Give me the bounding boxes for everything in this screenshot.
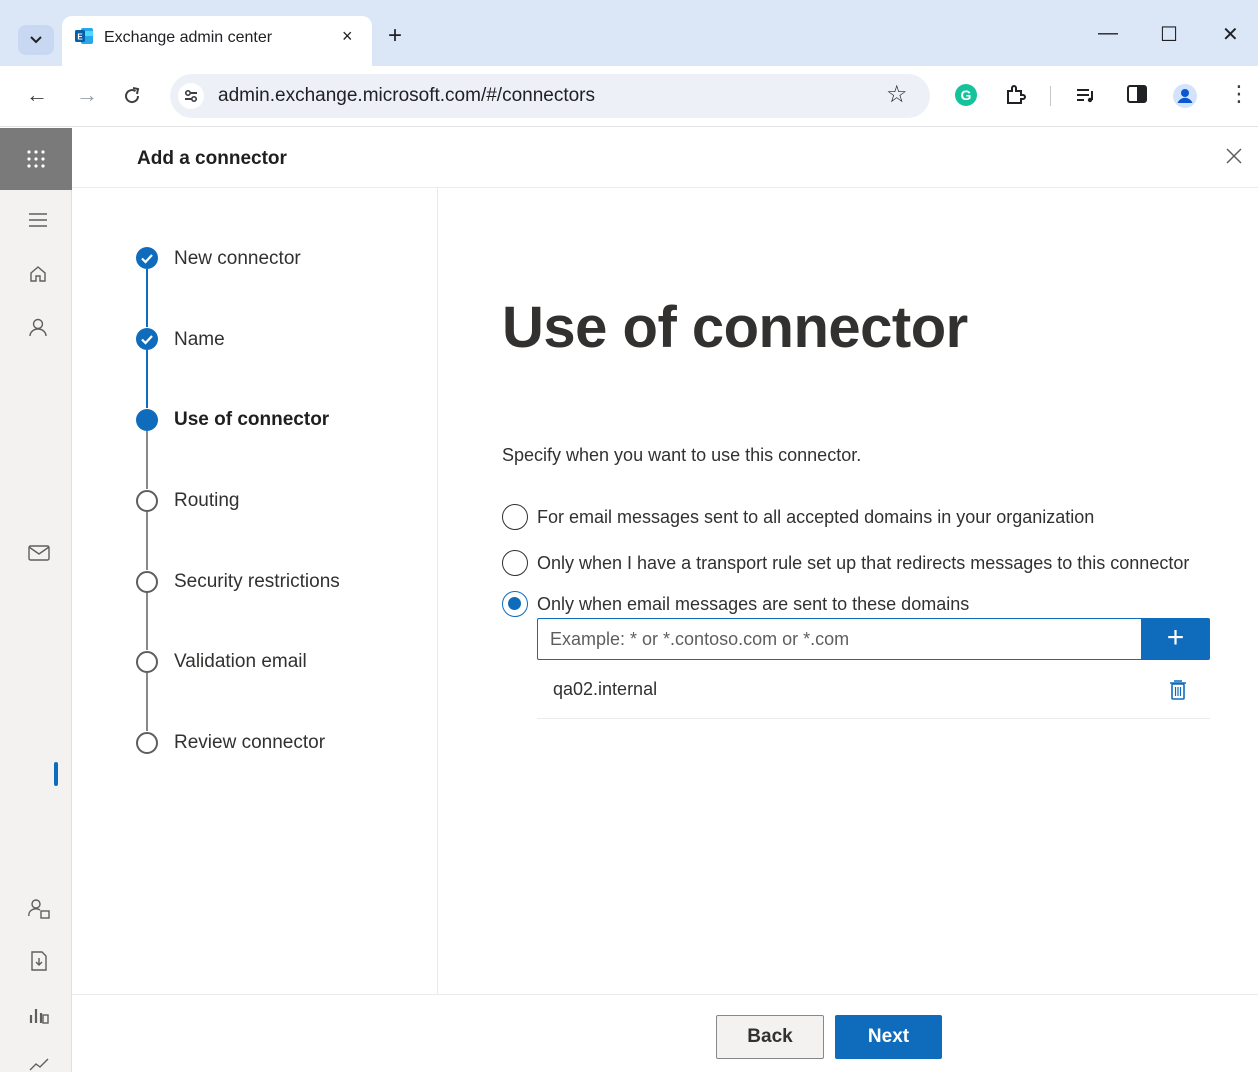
browser-tab[interactable]: E Exchange admin center × bbox=[62, 16, 372, 66]
step-use-of-connector[interactable]: Use of connector bbox=[174, 409, 329, 431]
add-domain-button[interactable]: + bbox=[1141, 618, 1210, 660]
browser-toolbar: ← → admin.exchange.microsoft.com/#/conne… bbox=[0, 66, 1258, 127]
url-text: admin.exchange.microsoft.com/#/connector… bbox=[218, 85, 596, 106]
app-launcher-button[interactable] bbox=[0, 128, 72, 190]
step-empty-circle-icon bbox=[136, 490, 158, 512]
next-button[interactable]: Next bbox=[835, 1015, 942, 1059]
step-current-dot-icon bbox=[136, 409, 158, 431]
svg-text:E: E bbox=[77, 33, 83, 42]
step-validation-email: Validation email bbox=[174, 651, 307, 672]
reload-icon[interactable] bbox=[122, 86, 142, 106]
add-connector-panel: Add a connector New connector Name Use o… bbox=[72, 128, 1258, 1072]
address-bar[interactable]: admin.exchange.microsoft.com/#/connector… bbox=[170, 74, 930, 118]
delete-trash-icon[interactable] bbox=[1167, 678, 1189, 702]
site-settings-icon[interactable] bbox=[178, 83, 204, 109]
back-arrow-icon[interactable]: ← bbox=[26, 83, 48, 107]
new-tab-button[interactable]: + bbox=[388, 24, 402, 48]
domain-input[interactable] bbox=[537, 618, 1141, 660]
step-checkmark-icon bbox=[136, 247, 158, 269]
step-connector-line bbox=[146, 512, 148, 570]
exchange-logo-icon: E bbox=[75, 28, 93, 44]
app-navigation-rail bbox=[0, 128, 72, 1072]
grammarly-icon[interactable]: G bbox=[954, 83, 978, 107]
page-title: Use of connector bbox=[502, 295, 968, 360]
side-panel-icon[interactable] bbox=[1126, 83, 1148, 105]
step-review-connector: Review connector bbox=[174, 732, 326, 753]
step-connector-line bbox=[146, 350, 148, 408]
back-button[interactable]: Back bbox=[716, 1015, 824, 1059]
panel-title: Add a connector bbox=[137, 148, 287, 169]
radio-label: Only when email messages are sent to the… bbox=[537, 593, 970, 614]
step-connector-line bbox=[146, 673, 148, 731]
home-icon[interactable] bbox=[28, 264, 48, 284]
radio-button[interactable] bbox=[502, 550, 528, 576]
hamburger-icon[interactable] bbox=[28, 212, 48, 228]
panel-footer: Back Next bbox=[72, 994, 1258, 1072]
bookmark-star-icon[interactable]: ☆ bbox=[886, 80, 908, 109]
wizard-content: Use of connector Specify when you want t… bbox=[439, 188, 1258, 994]
close-window-button[interactable]: ✕ bbox=[1222, 22, 1239, 47]
svg-text:G: G bbox=[961, 87, 972, 103]
media-controls-icon[interactable] bbox=[1074, 83, 1098, 107]
browser-tab-bar: E Exchange admin center × + — ☐ ✕ bbox=[0, 0, 1258, 66]
step-new-connector[interactable]: New connector bbox=[174, 248, 301, 270]
person-icon[interactable] bbox=[28, 317, 48, 337]
page-description: Specify when you want to use this connec… bbox=[502, 445, 862, 465]
close-tab-icon[interactable]: × bbox=[342, 26, 353, 47]
extensions-icon[interactable] bbox=[1003, 83, 1027, 107]
step-empty-circle-icon bbox=[136, 651, 158, 673]
mail-icon[interactable] bbox=[28, 545, 50, 561]
step-name[interactable]: Name bbox=[174, 329, 225, 351]
domain-name: qa02.internal bbox=[553, 679, 658, 699]
maximize-button[interactable]: ☐ bbox=[1160, 22, 1178, 47]
radio-label: Only when I have a transport rule set up… bbox=[537, 552, 1190, 573]
export-icon[interactable] bbox=[28, 950, 50, 972]
chevron-down-icon bbox=[30, 36, 42, 44]
toolbar-divider bbox=[1050, 86, 1051, 106]
user-lock-icon[interactable] bbox=[28, 898, 50, 920]
step-routing: Routing bbox=[174, 490, 240, 511]
radio-button[interactable] bbox=[502, 504, 528, 530]
radio-button-selected[interactable] bbox=[502, 591, 528, 617]
active-nav-indicator bbox=[54, 762, 58, 786]
panel-header: Add a connector bbox=[72, 128, 1258, 188]
step-connector-line bbox=[146, 431, 148, 489]
trend-icon[interactable] bbox=[28, 1056, 50, 1072]
radio-label: For email messages sent to all accepted … bbox=[537, 506, 1095, 527]
domain-list-item: qa02.internal bbox=[537, 669, 1210, 719]
step-checkmark-icon bbox=[136, 328, 158, 350]
step-empty-circle-icon bbox=[136, 732, 158, 754]
reports-icon[interactable] bbox=[28, 1003, 50, 1025]
step-connector-line bbox=[146, 269, 148, 327]
minimize-button[interactable]: — bbox=[1098, 22, 1118, 45]
browser-menu-icon[interactable]: ⋮ bbox=[1228, 82, 1250, 106]
profile-avatar-icon[interactable] bbox=[1172, 83, 1198, 109]
app-launcher-icon bbox=[27, 150, 45, 168]
step-connector-line bbox=[146, 592, 148, 650]
option-specific-domains[interactable]: Only when email messages are sent to the… bbox=[502, 591, 969, 617]
forward-arrow-icon[interactable]: → bbox=[76, 83, 98, 107]
tab-search-button[interactable] bbox=[18, 25, 54, 55]
step-empty-circle-icon bbox=[136, 571, 158, 593]
close-icon[interactable] bbox=[1222, 144, 1246, 168]
option-transport-rule[interactable]: Only when I have a transport rule set up… bbox=[502, 550, 1189, 576]
step-security-restrictions: Security restrictions bbox=[174, 571, 340, 592]
wizard-steps: New connector Name Use of connector Rout… bbox=[72, 188, 438, 994]
option-all-accepted-domains[interactable]: For email messages sent to all accepted … bbox=[502, 504, 1094, 530]
tab-title: Exchange admin center bbox=[104, 29, 273, 46]
